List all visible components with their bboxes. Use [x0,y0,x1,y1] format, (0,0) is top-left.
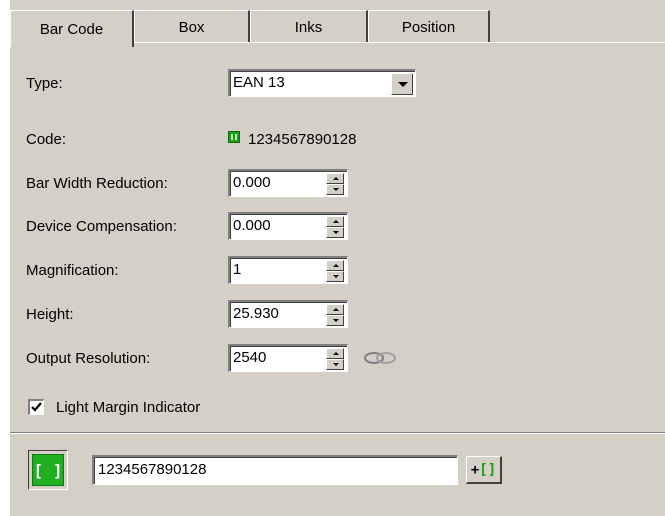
spin-down-icon[interactable] [326,271,344,282]
spin-buttons [326,216,344,238]
spin-down-icon[interactable] [326,315,344,326]
barcode-properties-panel: Bar Code Box Inks Position Type: EAN 13 … [0,0,665,516]
bar-width-reduction-label: Bar Width Reduction: [26,175,168,192]
light-margin-checkbox[interactable] [28,399,44,415]
device-compensation-label: Device Compensation: [26,218,177,235]
output-resolution-label: Output Resolution: [26,350,151,367]
bracket-icon: [] [479,461,497,478]
height-value: 25.930 [233,305,279,322]
plus-icon: + [470,461,480,478]
output-resolution-stepper[interactable]: 2540 [228,344,348,372]
separator-highlight [10,433,665,434]
add-bracket-button[interactable]: +[] [466,456,502,484]
spin-down-icon[interactable] [326,227,344,238]
spin-down-icon[interactable] [326,359,344,370]
spin-up-icon[interactable] [326,260,344,271]
spin-down-icon[interactable] [326,184,344,195]
tab-position[interactable]: Position [368,10,490,43]
tab-divider [134,42,665,43]
spin-up-icon[interactable] [326,304,344,315]
spin-buttons [326,260,344,282]
barcode-data-input[interactable]: 1234567890128 [92,455,458,485]
barcode-green-icon [228,131,240,143]
spin-buttons [326,304,344,326]
tab-inks[interactable]: Inks [250,10,368,43]
chain-link-icon[interactable] [362,349,400,367]
type-select[interactable]: EAN 13 [228,69,416,97]
left-margin [0,0,10,516]
spin-buttons [326,348,344,370]
device-compensation-stepper[interactable]: 0.000 [228,212,348,240]
type-select-value: EAN 13 [233,74,285,91]
code-value: 1234567890128 [248,131,357,148]
tab-box[interactable]: Box [134,10,250,43]
code-label: Code: [26,131,67,148]
height-label: Height: [26,306,74,323]
bar-width-reduction-stepper[interactable]: 0.000 [228,169,348,197]
barcode-toggle-button[interactable]: [ ] [28,450,68,490]
spin-up-icon[interactable] [326,348,344,359]
output-resolution-value: 2540 [233,349,267,366]
spin-up-icon[interactable] [326,216,344,227]
height-stepper[interactable]: 25.930 [228,300,348,328]
chevron-down-icon[interactable] [391,73,413,95]
light-margin-label: Light Margin Indicator [56,399,201,416]
spin-up-icon[interactable] [326,173,344,184]
spin-buttons [326,173,344,195]
device-compensation-value: 0.000 [233,217,271,234]
type-label: Type: [26,75,63,92]
magnification-label: Magnification: [26,262,119,279]
barcode-bracket-icon: [ ] [32,454,64,486]
magnification-stepper[interactable]: 1 [228,256,348,284]
magnification-value: 1 [233,261,242,278]
tab-bar-code[interactable]: Bar Code [10,10,134,47]
bar-width-reduction-value: 0.000 [233,174,271,191]
checkmark-icon [31,402,42,412]
